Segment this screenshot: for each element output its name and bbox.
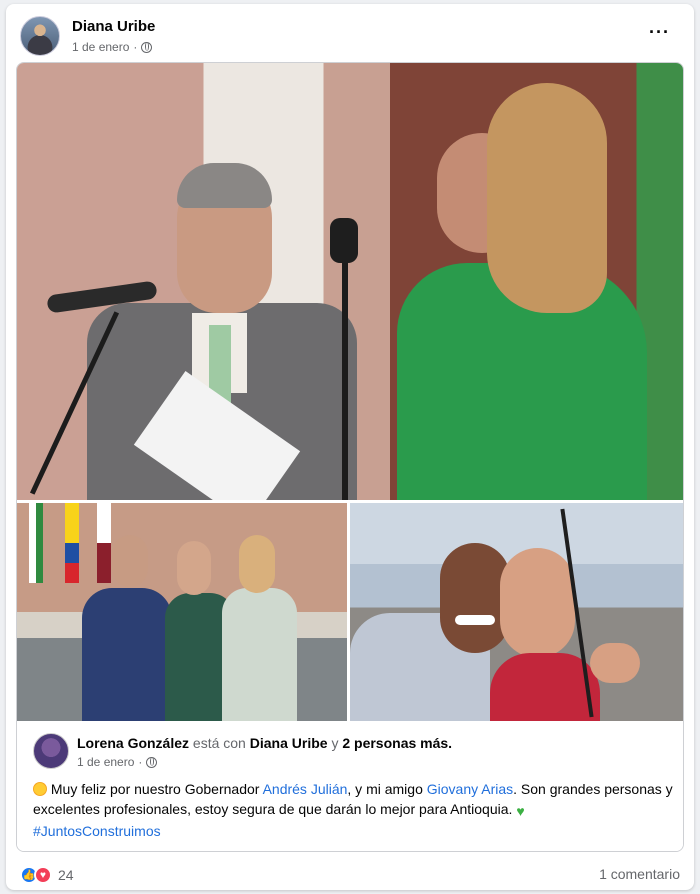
tagged-person[interactable]: Diana Uribe [250,735,328,751]
original-post-date[interactable]: 1 de enero [77,755,134,769]
photo-shape [487,83,607,313]
photo-shape [455,615,495,625]
text-part-2: , y mi amigo [347,781,423,797]
meta-separator: · [138,755,143,769]
photo-shape [222,588,297,721]
green-heart-icon: ♥ [516,803,525,819]
post-meta: 1 de enero · [72,40,153,54]
post-card: Diana Uribe 1 de enero · ··· Lorena Gonz… [6,4,694,890]
photo-shape [65,503,79,583]
photo-shape [500,548,575,658]
photo-shape [82,588,172,721]
original-author-name[interactable]: Lorena González [77,735,189,751]
original-post-text: Muy feliz por nuestro Gobernador Andrés … [33,779,673,841]
reaction-count[interactable]: 24 [58,867,74,883]
author-name[interactable]: Diana Uribe [72,18,155,35]
photo-shape [29,503,43,583]
original-post: Lorena González está con Diana Uribe y 2… [17,723,683,851]
star-eyes-emoji-icon [33,782,47,796]
original-author-avatar[interactable] [33,733,69,769]
mention-governor[interactable]: Andrés Julián [263,781,348,797]
photo-governor-ceremony[interactable] [17,63,683,500]
photo-shape [239,535,275,593]
photo-shape [330,218,358,263]
mention-friend[interactable]: Giovany Arias [427,781,513,797]
photo-shape [177,541,211,595]
text-part-1: Muy feliz por nuestro Gobernador [50,781,260,797]
globe-icon [146,756,158,768]
and-text: y [331,735,339,751]
photo-group-three[interactable] [17,503,347,721]
photo-shape [112,535,148,587]
shared-post[interactable]: Lorena González está con Diana Uribe y 2… [16,62,684,852]
photo-shape [342,253,348,500]
original-post-header: Lorena González está con Diana Uribe y 2… [77,735,452,751]
comments-count[interactable]: 1 comentario [599,866,680,882]
photo-shape [590,643,640,683]
photo-selfie[interactable] [350,503,683,721]
love-reaction-icon: ♥ [34,866,52,884]
original-post-meta: 1 de enero · [77,755,158,769]
with-text: está con [192,735,246,751]
photo-shape [177,163,272,208]
post-header: Diana Uribe 1 de enero · ··· [20,12,680,62]
reactions-summary[interactable]: 👍 ♥ 24 [20,866,74,884]
post-footer: 👍 ♥ 24 1 comentario [20,864,680,888]
hashtag-link[interactable]: #JuntosConstruimos [33,823,161,839]
tagged-others[interactable]: 2 personas más. [342,735,452,751]
meta-separator: · [133,40,138,54]
post-date[interactable]: 1 de enero [72,40,129,54]
globe-icon [141,41,153,53]
author-avatar[interactable] [20,16,60,56]
more-options-icon[interactable]: ··· [649,22,670,43]
photo-shape [97,503,111,583]
